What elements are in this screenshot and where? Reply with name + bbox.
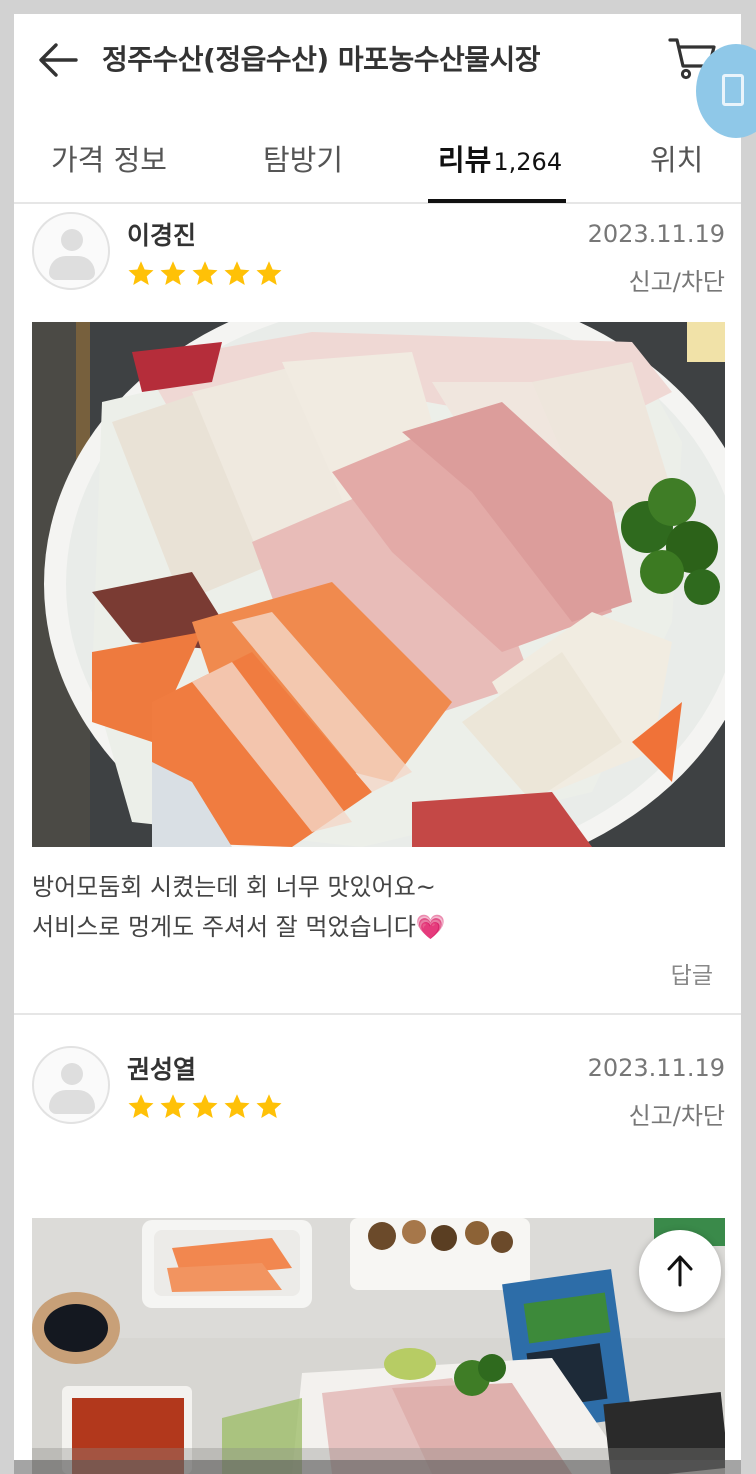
- star-icon: [256, 261, 282, 285]
- tab-visit-review[interactable]: 탐방기: [263, 140, 343, 180]
- review-item: 권성열 2023.11.19 신고/차단: [14, 1024, 741, 1474]
- tab-location[interactable]: 위치: [650, 140, 703, 180]
- sashimi-spread-image: [32, 1218, 725, 1474]
- star-icon: [224, 1094, 250, 1118]
- avatar-shoulders: [49, 1090, 95, 1114]
- star-icon: [128, 1094, 154, 1118]
- avatar-head: [61, 1063, 83, 1085]
- tab-reviews[interactable]: 리뷰1,264: [438, 140, 562, 182]
- review-photo[interactable]: [32, 1218, 725, 1474]
- tab-reviews-count: 1,264: [493, 148, 563, 176]
- review-divider: [14, 1013, 741, 1015]
- page-title: 정주수산(정읍수산) 마포농수산물시장: [102, 43, 541, 76]
- header: 정주수산(정읍수산) 마포농수산물시장: [14, 14, 741, 104]
- avatar-shoulders: [49, 256, 95, 280]
- review-text-line: 서비스로 멍게도 주셔서 잘 먹었습니다💗: [32, 907, 446, 947]
- star-icon: [192, 1094, 218, 1118]
- report-block-link[interactable]: 신고/차단: [629, 262, 725, 297]
- review-text-line-2: 서비스로 멍게도 주셔서 잘 먹었습니다: [32, 913, 416, 941]
- review-text: 방어모둠회 시켰는데 회 너무 맛있어요~ 서비스로 멍게도 주셔서 잘 먹었습…: [32, 867, 446, 947]
- tab-price-info[interactable]: 가격 정보: [51, 140, 167, 180]
- avatar: [32, 1046, 110, 1124]
- star-icon: [256, 1094, 282, 1118]
- arrow-left-icon: [39, 43, 78, 77]
- back-button[interactable]: [34, 36, 82, 84]
- reviewer-name: 이경진: [127, 221, 197, 250]
- tab-reviews-label: 리뷰: [438, 143, 492, 177]
- review-photo[interactable]: [32, 322, 725, 847]
- tab-bar: 가격 정보 탐방기 리뷰1,264 위치: [14, 118, 741, 204]
- reviewer-name: 권성열: [127, 1055, 197, 1084]
- document-icon: [722, 74, 744, 106]
- active-tab-indicator: [428, 199, 566, 203]
- star-icon: [224, 261, 250, 285]
- star-rating: [126, 1092, 284, 1122]
- sashimi-platter-image: [32, 322, 725, 847]
- avatar-head: [61, 229, 83, 251]
- star-icon: [160, 261, 186, 285]
- review-item: 이경진 2023.11.19 신고/차단 방어모둠회 시켰는데 회 너무 맛있어…: [14, 204, 741, 1024]
- review-date: 2023.11.19: [587, 220, 725, 248]
- review-date: 2023.11.19: [587, 1054, 725, 1082]
- star-icon: [128, 261, 154, 285]
- star-rating: [126, 259, 284, 289]
- avatar: [32, 212, 110, 290]
- app-frame: 정주수산(정읍수산) 마포농수산물시장 가격 정보 탐방기 리뷰1,264 위치…: [14, 14, 741, 1474]
- heart-emoji-icon: 💗: [415, 913, 446, 941]
- star-icon: [160, 1094, 186, 1118]
- arrow-up-icon: [667, 1255, 693, 1287]
- scroll-to-top-button[interactable]: [639, 1230, 721, 1312]
- review-text-line: 방어모둠회 시켰는데 회 너무 맛있어요~: [32, 873, 436, 901]
- reply-link[interactable]: 답글: [671, 956, 713, 990]
- report-block-link[interactable]: 신고/차단: [629, 1096, 725, 1131]
- bottom-shade: [14, 1460, 741, 1474]
- star-icon: [192, 261, 218, 285]
